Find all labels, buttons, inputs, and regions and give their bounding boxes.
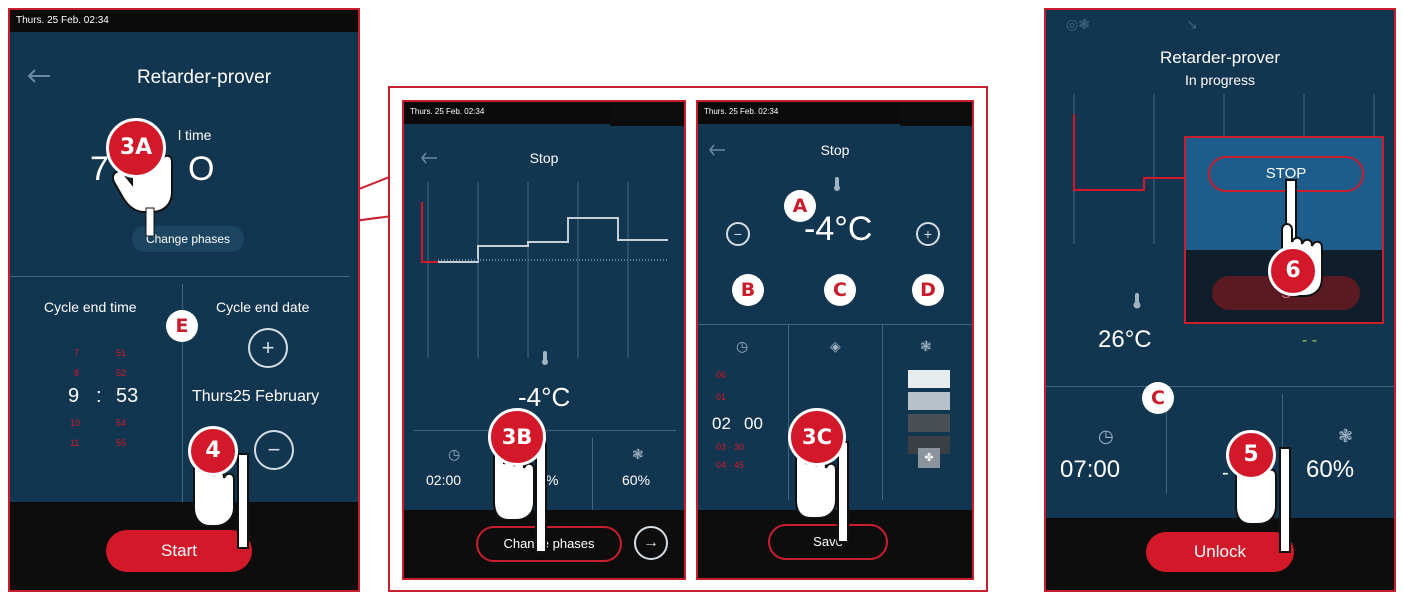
- time-picker-above-1-hour[interactable]: 7: [74, 348, 79, 358]
- temperature-minus-button[interactable]: −: [726, 222, 750, 246]
- statusbar-side: [900, 102, 972, 126]
- humidity-icon: ◈: [830, 338, 841, 354]
- cycle-end-date-label: Cycle end date: [216, 299, 310, 315]
- fan-toggle-icon[interactable]: ✤: [918, 448, 940, 468]
- page-title: Retarder-prover: [136, 67, 272, 88]
- cycle-end-date-value: Thurs25 February: [192, 388, 320, 405]
- humidity-value: - -: [1302, 332, 1318, 349]
- divider: [698, 324, 972, 325]
- divider: [882, 324, 883, 500]
- step-badge-3c: 3C: [788, 408, 846, 466]
- fan-level-segment: [908, 414, 950, 432]
- time-picker-above-2-min[interactable]: 52: [116, 368, 126, 378]
- cycle-end-minute[interactable]: 53: [116, 385, 138, 408]
- phase-title: Stop: [820, 142, 850, 158]
- marker-d: D: [912, 274, 944, 306]
- time-picker-below-2-hour[interactable]: 11: [70, 438, 79, 448]
- clock-icon: ◷: [736, 338, 749, 354]
- back-arrow-icon[interactable]: [26, 68, 52, 84]
- fan-icon: ❃: [920, 338, 932, 354]
- current-temperature: 26°C: [1098, 326, 1152, 353]
- next-arrow-button[interactable]: →: [634, 526, 668, 560]
- duration-picker-below[interactable]: 04 · 45: [716, 460, 744, 470]
- phase-fan-speed: 60%: [622, 472, 651, 488]
- step-badge-4: 4: [188, 426, 238, 476]
- pointing-hand-icon: [1281, 179, 1323, 297]
- phase-title: Stop: [529, 150, 559, 166]
- phase-temperature-setpoint: -4°C: [804, 210, 873, 248]
- marker-a: A: [784, 190, 816, 222]
- duration-picker-below[interactable]: 03 · 30: [716, 442, 744, 452]
- divider: [1046, 386, 1394, 387]
- status-subtitle: In progress: [1184, 72, 1256, 88]
- time-picker-above-1-min[interactable]: 51: [116, 348, 126, 358]
- step-badge-5: 5: [1226, 430, 1276, 480]
- phase-graph: [421, 182, 668, 358]
- fan-speed-slider[interactable]: ✤: [908, 370, 950, 474]
- marker-e: E: [166, 310, 198, 342]
- phase-duration: 02:00: [426, 472, 462, 488]
- screen-phases-graph: Thurs. 25 Feb. 02:34 Stop -4°C ◷ 02:00 %…: [402, 100, 686, 580]
- fan-icon: ❃: [632, 446, 644, 462]
- page-title: Retarder-prover: [1160, 48, 1280, 67]
- thermometer-icon: [834, 177, 840, 191]
- screen-phase-edit: Thurs. 25 Feb. 02:34 Stop − -4°C + A B C…: [696, 100, 974, 580]
- cycle-end-hour[interactable]: 9: [68, 385, 79, 408]
- time-picker-below-1-min[interactable]: 54: [116, 418, 126, 428]
- statusbar-side: [610, 102, 684, 126]
- clock-icon: ◷: [448, 446, 461, 462]
- thermometer-icon: [542, 351, 548, 365]
- duration-minute[interactable]: 00: [744, 414, 763, 434]
- thermometer-icon: [1133, 293, 1141, 309]
- divider: [592, 438, 593, 510]
- time-picker-below-1-hour[interactable]: 10: [70, 418, 80, 428]
- marker-c: C: [824, 274, 856, 306]
- step-badge-3a: 3A: [106, 118, 166, 178]
- fan-level-segment: [908, 370, 950, 388]
- cycle-end-separator: :: [96, 385, 102, 407]
- duration-hour[interactable]: 02: [712, 414, 731, 434]
- cycle-end-time-label: Cycle end time: [44, 299, 137, 315]
- status-bar: Thurs. 25 Feb. 02:34: [10, 10, 358, 32]
- temperature-plus-button[interactable]: +: [916, 222, 940, 246]
- date-plus-button[interactable]: +: [248, 328, 288, 368]
- screen-retarder-prover-setup: Thurs. 25 Feb. 02:34 Retarder-prover l t…: [8, 8, 360, 592]
- cycle-icons: ◎❃: [1066, 16, 1090, 32]
- marker-c: C: [1142, 382, 1174, 414]
- marker-b: B: [732, 274, 764, 306]
- time-picker-above-2-hour[interactable]: 8: [74, 368, 79, 378]
- time-picker-below-2-min[interactable]: 55: [116, 438, 126, 448]
- duration-picker-above[interactable]: 01: [716, 392, 726, 402]
- screen-in-progress: ◎❃ ↘ Retarder-prover In progress 26°C - …: [1044, 8, 1396, 592]
- fan-icon: ❃: [1338, 426, 1354, 446]
- arrow-icon: ↘: [1186, 16, 1198, 32]
- clock-icon: ◷: [1098, 426, 1114, 446]
- duration-picker-above[interactable]: 06: [716, 370, 726, 380]
- divider: [10, 276, 350, 277]
- step-badge-6: 6: [1268, 246, 1318, 296]
- step-badge-3b: 3B: [488, 408, 546, 466]
- fan-level-segment: [908, 392, 950, 410]
- remaining-time: 07:00: [1060, 456, 1121, 483]
